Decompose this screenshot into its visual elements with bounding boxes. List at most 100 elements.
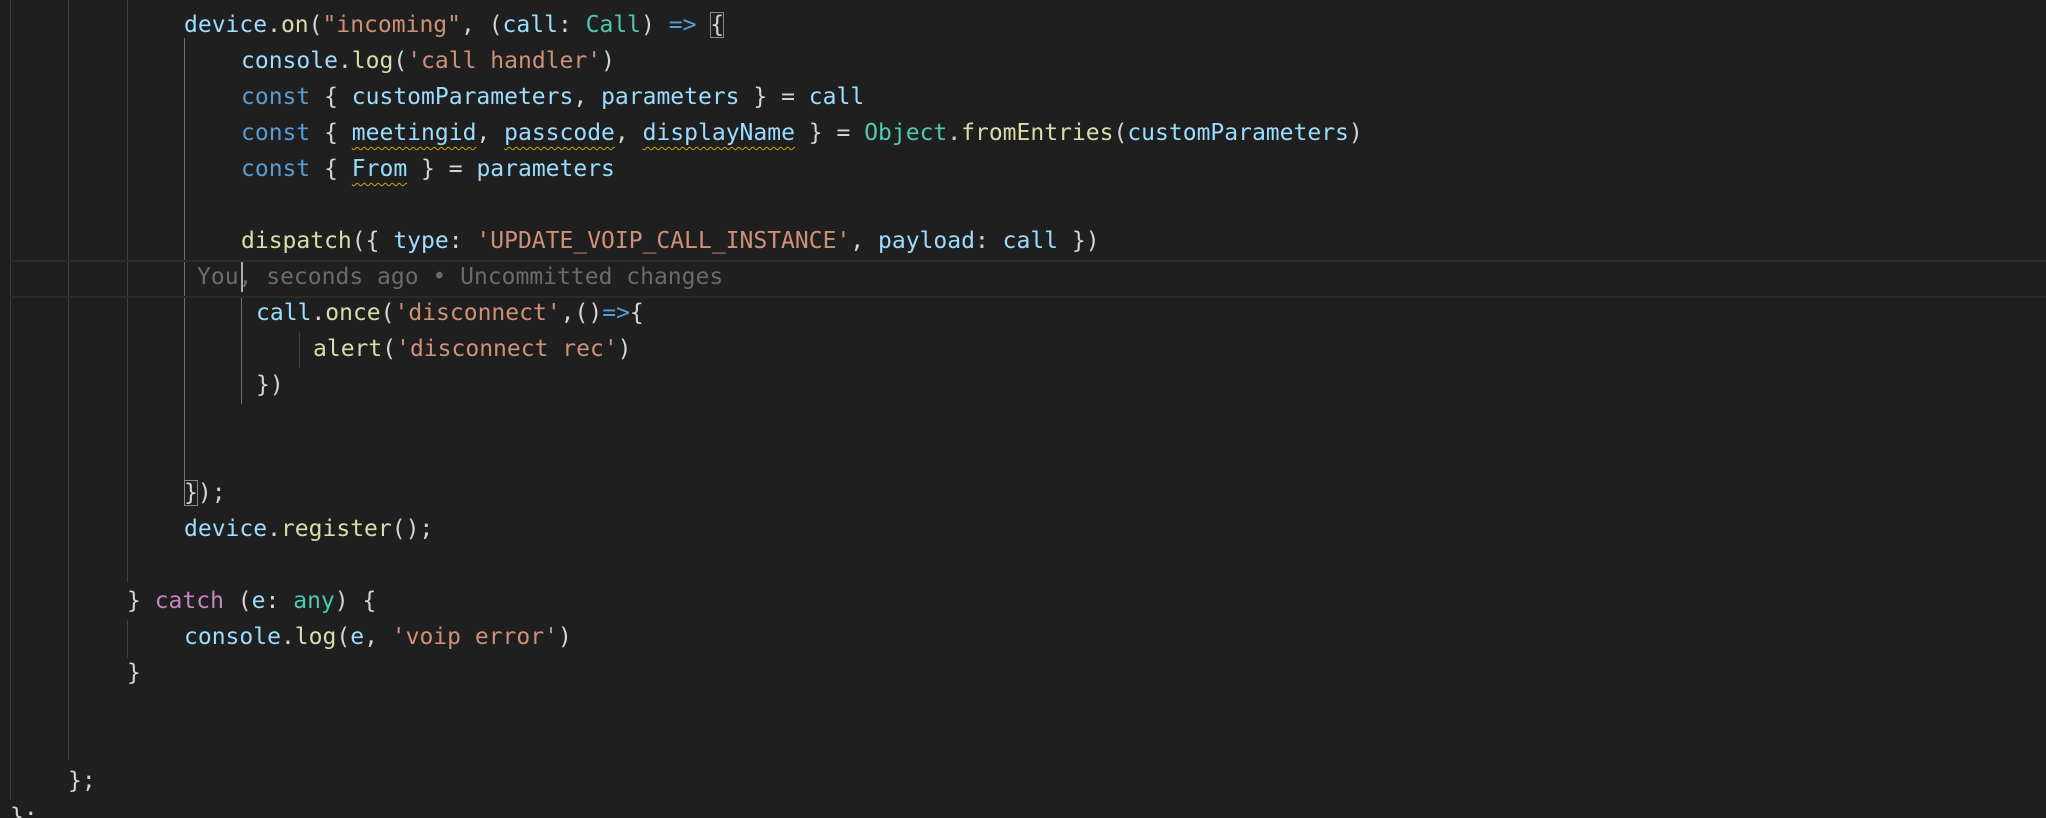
token: any bbox=[293, 588, 335, 614]
token: customParameters bbox=[1127, 120, 1349, 146]
code-line: console.log(e, 'voip error') bbox=[184, 619, 572, 655]
token: on bbox=[280, 12, 309, 38]
token: 'call handler' bbox=[407, 48, 602, 74]
code-line: } bbox=[127, 655, 141, 691]
token: once bbox=[325, 300, 381, 326]
code-line: } catch (e: any) { bbox=[127, 583, 376, 619]
token: { bbox=[629, 300, 644, 326]
token: log bbox=[294, 624, 337, 650]
token: device bbox=[184, 12, 268, 38]
token: console bbox=[184, 624, 281, 650]
code-line: device.register(); bbox=[184, 511, 433, 547]
token-warning[interactable]: From bbox=[352, 156, 407, 182]
token: ) bbox=[601, 48, 615, 74]
token: ({ bbox=[351, 228, 394, 254]
token: customParameters bbox=[351, 84, 574, 110]
token: ) bbox=[617, 336, 632, 362]
text-cursor bbox=[241, 262, 243, 292]
token: register bbox=[280, 516, 392, 542]
token-warning[interactable]: passcode bbox=[504, 120, 615, 146]
code-line: const { From } = parameters bbox=[241, 151, 615, 187]
token: const bbox=[241, 84, 311, 110]
token: type bbox=[393, 228, 449, 254]
token: ,() bbox=[560, 300, 603, 326]
token: ); bbox=[197, 480, 226, 506]
token: ( bbox=[380, 300, 395, 326]
code-line: device.on("incoming", (call: Call) => { bbox=[184, 7, 725, 43]
token: : bbox=[974, 228, 1003, 254]
token: alert bbox=[313, 336, 383, 362]
token: } = bbox=[407, 156, 477, 182]
token: , bbox=[614, 120, 643, 146]
token: 'voip error' bbox=[391, 624, 558, 650]
token: , bbox=[476, 120, 505, 146]
token: 'disconnect' bbox=[394, 300, 561, 326]
indent-guide bbox=[127, 620, 128, 658]
token: ) bbox=[1348, 120, 1363, 146]
code-line: console.log('call handler') bbox=[241, 43, 615, 79]
token: { bbox=[310, 120, 352, 146]
token: catch bbox=[154, 588, 224, 614]
token: , bbox=[364, 624, 392, 650]
code-line: call.once('disconnect',()=>{ bbox=[256, 295, 644, 331]
token: , ( bbox=[461, 12, 503, 38]
token: e bbox=[350, 624, 365, 650]
token: . bbox=[267, 12, 281, 38]
token: const bbox=[241, 120, 311, 146]
token: parameters bbox=[476, 156, 615, 182]
token: 'UPDATE_VOIP_CALL_INSTANCE' bbox=[476, 228, 851, 254]
token: ) bbox=[641, 12, 669, 38]
token: } bbox=[127, 660, 141, 686]
token: }; bbox=[68, 768, 96, 794]
token: : bbox=[557, 12, 586, 38]
token: call bbox=[1002, 228, 1059, 254]
token: Call bbox=[585, 12, 642, 38]
code-editor[interactable]: You, seconds ago • Uncommitted changes d… bbox=[0, 0, 2046, 818]
token: { bbox=[310, 84, 352, 110]
token: }) bbox=[256, 372, 284, 398]
token: dispatch bbox=[241, 228, 352, 254]
token: }) bbox=[1058, 228, 1100, 254]
token: } = bbox=[794, 120, 865, 146]
token: device bbox=[184, 516, 268, 542]
code-line: }; bbox=[68, 763, 96, 799]
token: e bbox=[251, 588, 266, 614]
token: "incoming" bbox=[322, 12, 461, 38]
token: call bbox=[808, 84, 865, 110]
token: call bbox=[256, 300, 312, 326]
token: { bbox=[310, 156, 352, 182]
token: }; bbox=[10, 804, 38, 818]
token-warning[interactable]: meetingid bbox=[352, 120, 477, 146]
token: , bbox=[573, 84, 602, 110]
code-line: }) bbox=[256, 367, 284, 403]
token: payload bbox=[878, 228, 975, 254]
token: } bbox=[127, 588, 155, 614]
token: console bbox=[241, 48, 338, 74]
token: 'disconnect rec' bbox=[396, 336, 618, 362]
token: const bbox=[241, 156, 311, 182]
token: Object bbox=[864, 120, 948, 146]
token: ( bbox=[1113, 120, 1128, 146]
token: => bbox=[602, 300, 630, 326]
token: call bbox=[502, 12, 558, 38]
token: ( bbox=[382, 336, 397, 362]
token: ( bbox=[308, 12, 323, 38]
indent-guide bbox=[10, 0, 11, 800]
indent-guide bbox=[299, 332, 300, 368]
token: ) bbox=[557, 624, 572, 650]
indent-guide-active bbox=[241, 296, 242, 404]
token: : bbox=[448, 228, 477, 254]
token: (); bbox=[391, 516, 434, 542]
token: ( bbox=[223, 588, 252, 614]
token: . bbox=[337, 48, 352, 74]
code-line: dispatch({ type: 'UPDATE_VOIP_CALL_INSTA… bbox=[241, 223, 1100, 259]
token: . bbox=[280, 624, 295, 650]
code-line: }; bbox=[10, 799, 38, 818]
git-blame-annotation: You, seconds ago • Uncommitted changes bbox=[197, 264, 724, 290]
token: } = bbox=[739, 84, 809, 110]
indent-guide bbox=[68, 0, 69, 760]
code-line: alert('disconnect rec') bbox=[313, 331, 632, 367]
token: parameters bbox=[601, 84, 740, 110]
code-line: }); bbox=[184, 475, 226, 511]
token-warning[interactable]: displayName bbox=[643, 120, 795, 146]
